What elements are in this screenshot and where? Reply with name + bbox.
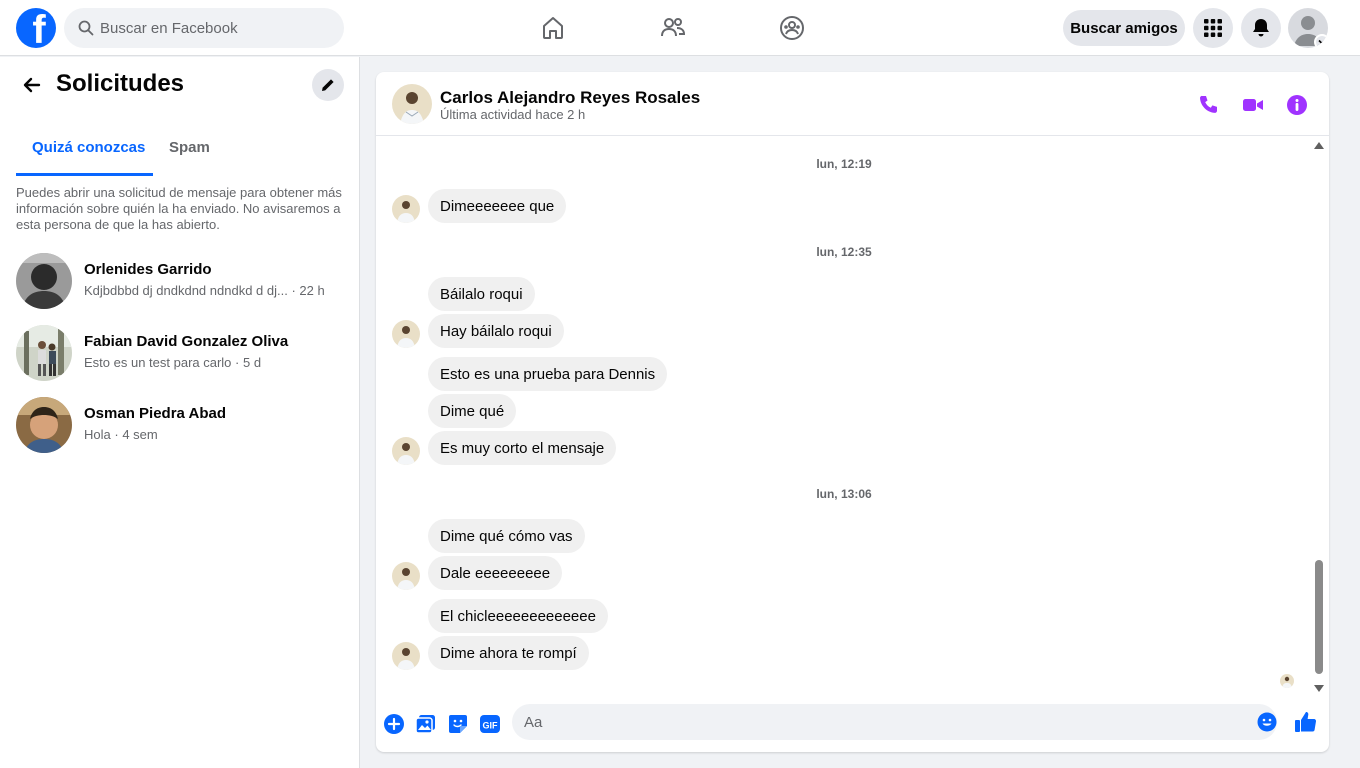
sender-avatar — [392, 437, 420, 465]
avatar — [16, 397, 72, 453]
message-input[interactable] — [512, 704, 1277, 740]
message-bubble[interactable]: Es muy corto el mensaje — [428, 431, 617, 465]
messages-scrollbar[interactable] — [1312, 138, 1326, 694]
message-bubble[interactable]: Dale eeeeeeeee — [428, 556, 563, 590]
page-scrollbar[interactable] — [1346, 56, 1360, 768]
voice-call-icon[interactable] — [1196, 92, 1222, 118]
message-bubble[interactable]: Esto es una prueba para Dennis — [428, 357, 668, 391]
video-call-icon[interactable] — [1240, 92, 1266, 118]
seen-receipt-avatar — [1280, 674, 1294, 688]
search-icon — [76, 18, 96, 38]
contact-avatar[interactable] — [392, 84, 432, 124]
request-snippet: Esto es un test para carlo · 5 d — [84, 355, 262, 370]
requests-info-text: Puedes abrir una solicitud de mensaje pa… — [16, 185, 342, 232]
page-title: Solicitudes — [56, 70, 185, 97]
search-box[interactable]: Buscar en Facebook — [64, 8, 344, 48]
conversation-panel: Carlos Alejandro Reyes Rosales Última ac… — [376, 72, 1329, 752]
message-timestamp: lun, 13:06 — [816, 487, 872, 501]
message-bubble[interactable]: Dime ahora te rompí — [428, 636, 589, 670]
conversation-header: Carlos Alejandro Reyes Rosales Última ac… — [376, 72, 1329, 136]
tab-spam[interactable]: Spam — [153, 129, 226, 176]
tab-maybe-know[interactable]: Quizá conozcas — [16, 129, 153, 176]
compose-pencil-icon[interactable] — [312, 69, 344, 101]
scroll-up-arrow-icon[interactable] — [1314, 142, 1324, 149]
request-name: Orlenides Garrido — [84, 261, 212, 278]
search-placeholder: Buscar en Facebook — [100, 19, 238, 37]
message-bubble[interactable]: Dime qué — [428, 394, 517, 428]
request-snippet: Kdjbdbbd dj dndkdnd ndndkd d dj... · 22 … — [84, 283, 325, 298]
message-timestamp: lun, 12:35 — [816, 245, 872, 259]
emoji-icon[interactable] — [1257, 712, 1277, 732]
message-bubble[interactable]: Hay báilalo roqui — [428, 314, 564, 348]
scroll-down-arrow-icon[interactable] — [1314, 685, 1324, 692]
request-snippet: Hola · 4 sem — [84, 427, 158, 442]
account-avatar[interactable] — [1288, 8, 1328, 48]
sender-avatar — [392, 562, 420, 590]
sender-avatar — [392, 195, 420, 223]
groups-icon[interactable] — [776, 12, 808, 44]
like-thumbs-up-icon[interactable] — [1294, 710, 1318, 734]
request-name: Fabian David Gonzalez Oliva — [84, 333, 289, 350]
contact-name[interactable]: Carlos Alejandro Reyes Rosales — [440, 88, 700, 108]
top-navigation-bar: f Buscar en Facebook Buscar amigos — [0, 0, 1360, 56]
message-bubble[interactable]: Báilalo roqui — [428, 277, 535, 311]
home-icon[interactable] — [537, 12, 569, 44]
panel-header: Solicitudes — [16, 69, 346, 105]
message-requests-panel: Solicitudes Quizá conozcas Spam Puedes a… — [0, 57, 360, 768]
message-composer: GIF — [376, 700, 1329, 752]
sticker-icon[interactable] — [446, 712, 470, 736]
sender-avatar — [392, 320, 420, 348]
chevron-down-icon — [1314, 34, 1328, 48]
last-active-status: Última actividad hace 2 h — [440, 107, 586, 122]
notifications-bell-icon[interactable] — [1241, 8, 1281, 48]
avatar — [16, 325, 72, 381]
add-more-icon[interactable] — [382, 712, 406, 736]
find-friends-button[interactable]: Buscar amigos — [1063, 10, 1185, 46]
scrollbar-thumb[interactable] — [1315, 560, 1323, 674]
message-bubble[interactable]: Dimeeeeeee que — [428, 189, 567, 223]
facebook-logo-letter: f — [32, 8, 46, 48]
avatar — [16, 253, 72, 309]
conversation-info-icon[interactable] — [1284, 92, 1310, 118]
request-item-orlenides[interactable]: Orlenides Garrido Kdjbdbbd dj dndkdnd nd… — [16, 253, 346, 313]
message-bubble[interactable]: El chicleeeeeeeeeeeee — [428, 599, 608, 633]
menu-grid-icon[interactable] — [1193, 8, 1233, 48]
svg-text:GIF: GIF — [483, 721, 499, 731]
request-item-osman[interactable]: Osman Piedra Abad Hola · 4 sem — [16, 397, 346, 457]
back-arrow-icon[interactable] — [16, 69, 48, 101]
message-bubble[interactable]: Dime qué cómo vas — [428, 519, 585, 553]
request-item-fabian[interactable]: Fabian David Gonzalez Oliva Esto es un t… — [16, 325, 346, 385]
attach-photo-icon[interactable] — [414, 712, 438, 736]
sender-avatar — [392, 642, 420, 670]
friends-icon[interactable] — [657, 12, 689, 44]
facebook-logo[interactable]: f — [16, 8, 56, 48]
request-name: Osman Piedra Abad — [84, 405, 226, 422]
message-timestamp: lun, 12:19 — [816, 157, 872, 171]
gif-icon[interactable]: GIF — [478, 712, 502, 736]
